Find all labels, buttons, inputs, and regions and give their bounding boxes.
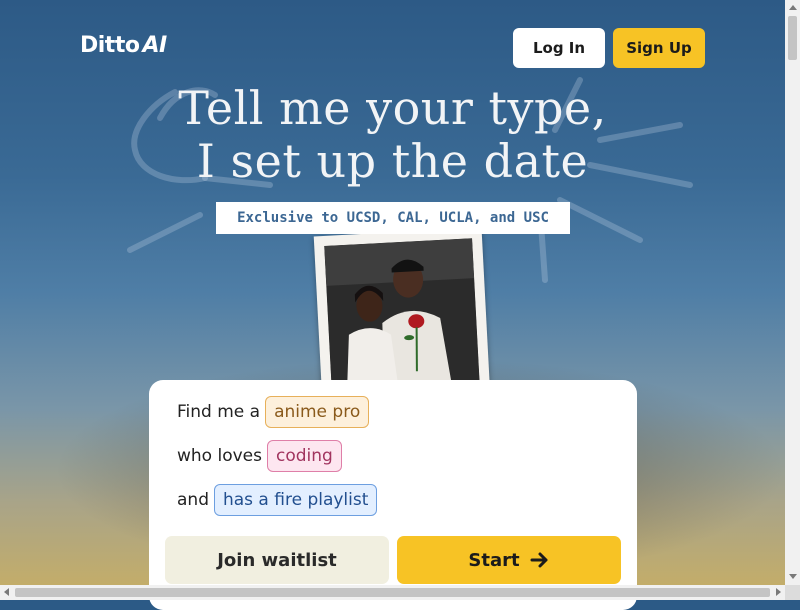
vertical-scroll-thumb[interactable] xyxy=(788,16,797,60)
hero-headline: Tell me your type, I set up the date xyxy=(0,82,785,188)
prompt-line-1-prefix: Find me a xyxy=(177,402,261,422)
logo-text: Ditto xyxy=(80,33,140,58)
headline-line-1: Tell me your type, xyxy=(178,81,607,135)
ditto-logo[interactable]: Ditto AI xyxy=(80,33,167,58)
vertical-scrollbar[interactable] xyxy=(785,0,800,585)
couple-photo xyxy=(313,227,491,406)
prompt-line-3: and has a fire playlist xyxy=(177,484,378,516)
prompt-card: Find me a anime pro who loves coding and… xyxy=(149,380,637,610)
trait-chip-coding[interactable]: coding xyxy=(266,440,342,472)
headline-line-2: I set up the date xyxy=(196,134,589,188)
join-waitlist-label: Join waitlist xyxy=(217,549,337,571)
prompt-line-2-prefix: who loves xyxy=(177,446,262,466)
scroll-left-icon[interactable] xyxy=(4,588,9,596)
horizontal-scroll-thumb[interactable] xyxy=(15,588,770,597)
scroll-down-icon[interactable] xyxy=(789,574,797,579)
trait-chip-fire-playlist[interactable]: has a fire playlist xyxy=(213,484,378,516)
prompt-line-2: who loves coding xyxy=(177,440,342,472)
horizontal-scrollbar[interactable] xyxy=(0,585,785,600)
trait-chip-anime-pro[interactable]: anime pro xyxy=(265,396,370,428)
start-button[interactable]: Start xyxy=(397,536,621,584)
scrollbar-corner xyxy=(785,585,800,600)
prompt-line-3-prefix: and xyxy=(177,490,209,510)
signup-button[interactable]: Sign Up xyxy=(613,28,705,68)
arrow-right-icon xyxy=(530,552,548,568)
scroll-right-icon[interactable] xyxy=(776,588,781,596)
start-label: Start xyxy=(468,549,520,571)
scroll-up-icon[interactable] xyxy=(789,5,797,10)
login-button[interactable]: Log In xyxy=(513,28,605,68)
logo-accent: AI xyxy=(142,33,167,58)
prompt-line-1: Find me a anime pro xyxy=(177,396,370,428)
exclusive-badge: Exclusive to UCSD, CAL, UCLA, and USC xyxy=(216,202,570,234)
join-waitlist-button[interactable]: Join waitlist xyxy=(165,536,389,584)
